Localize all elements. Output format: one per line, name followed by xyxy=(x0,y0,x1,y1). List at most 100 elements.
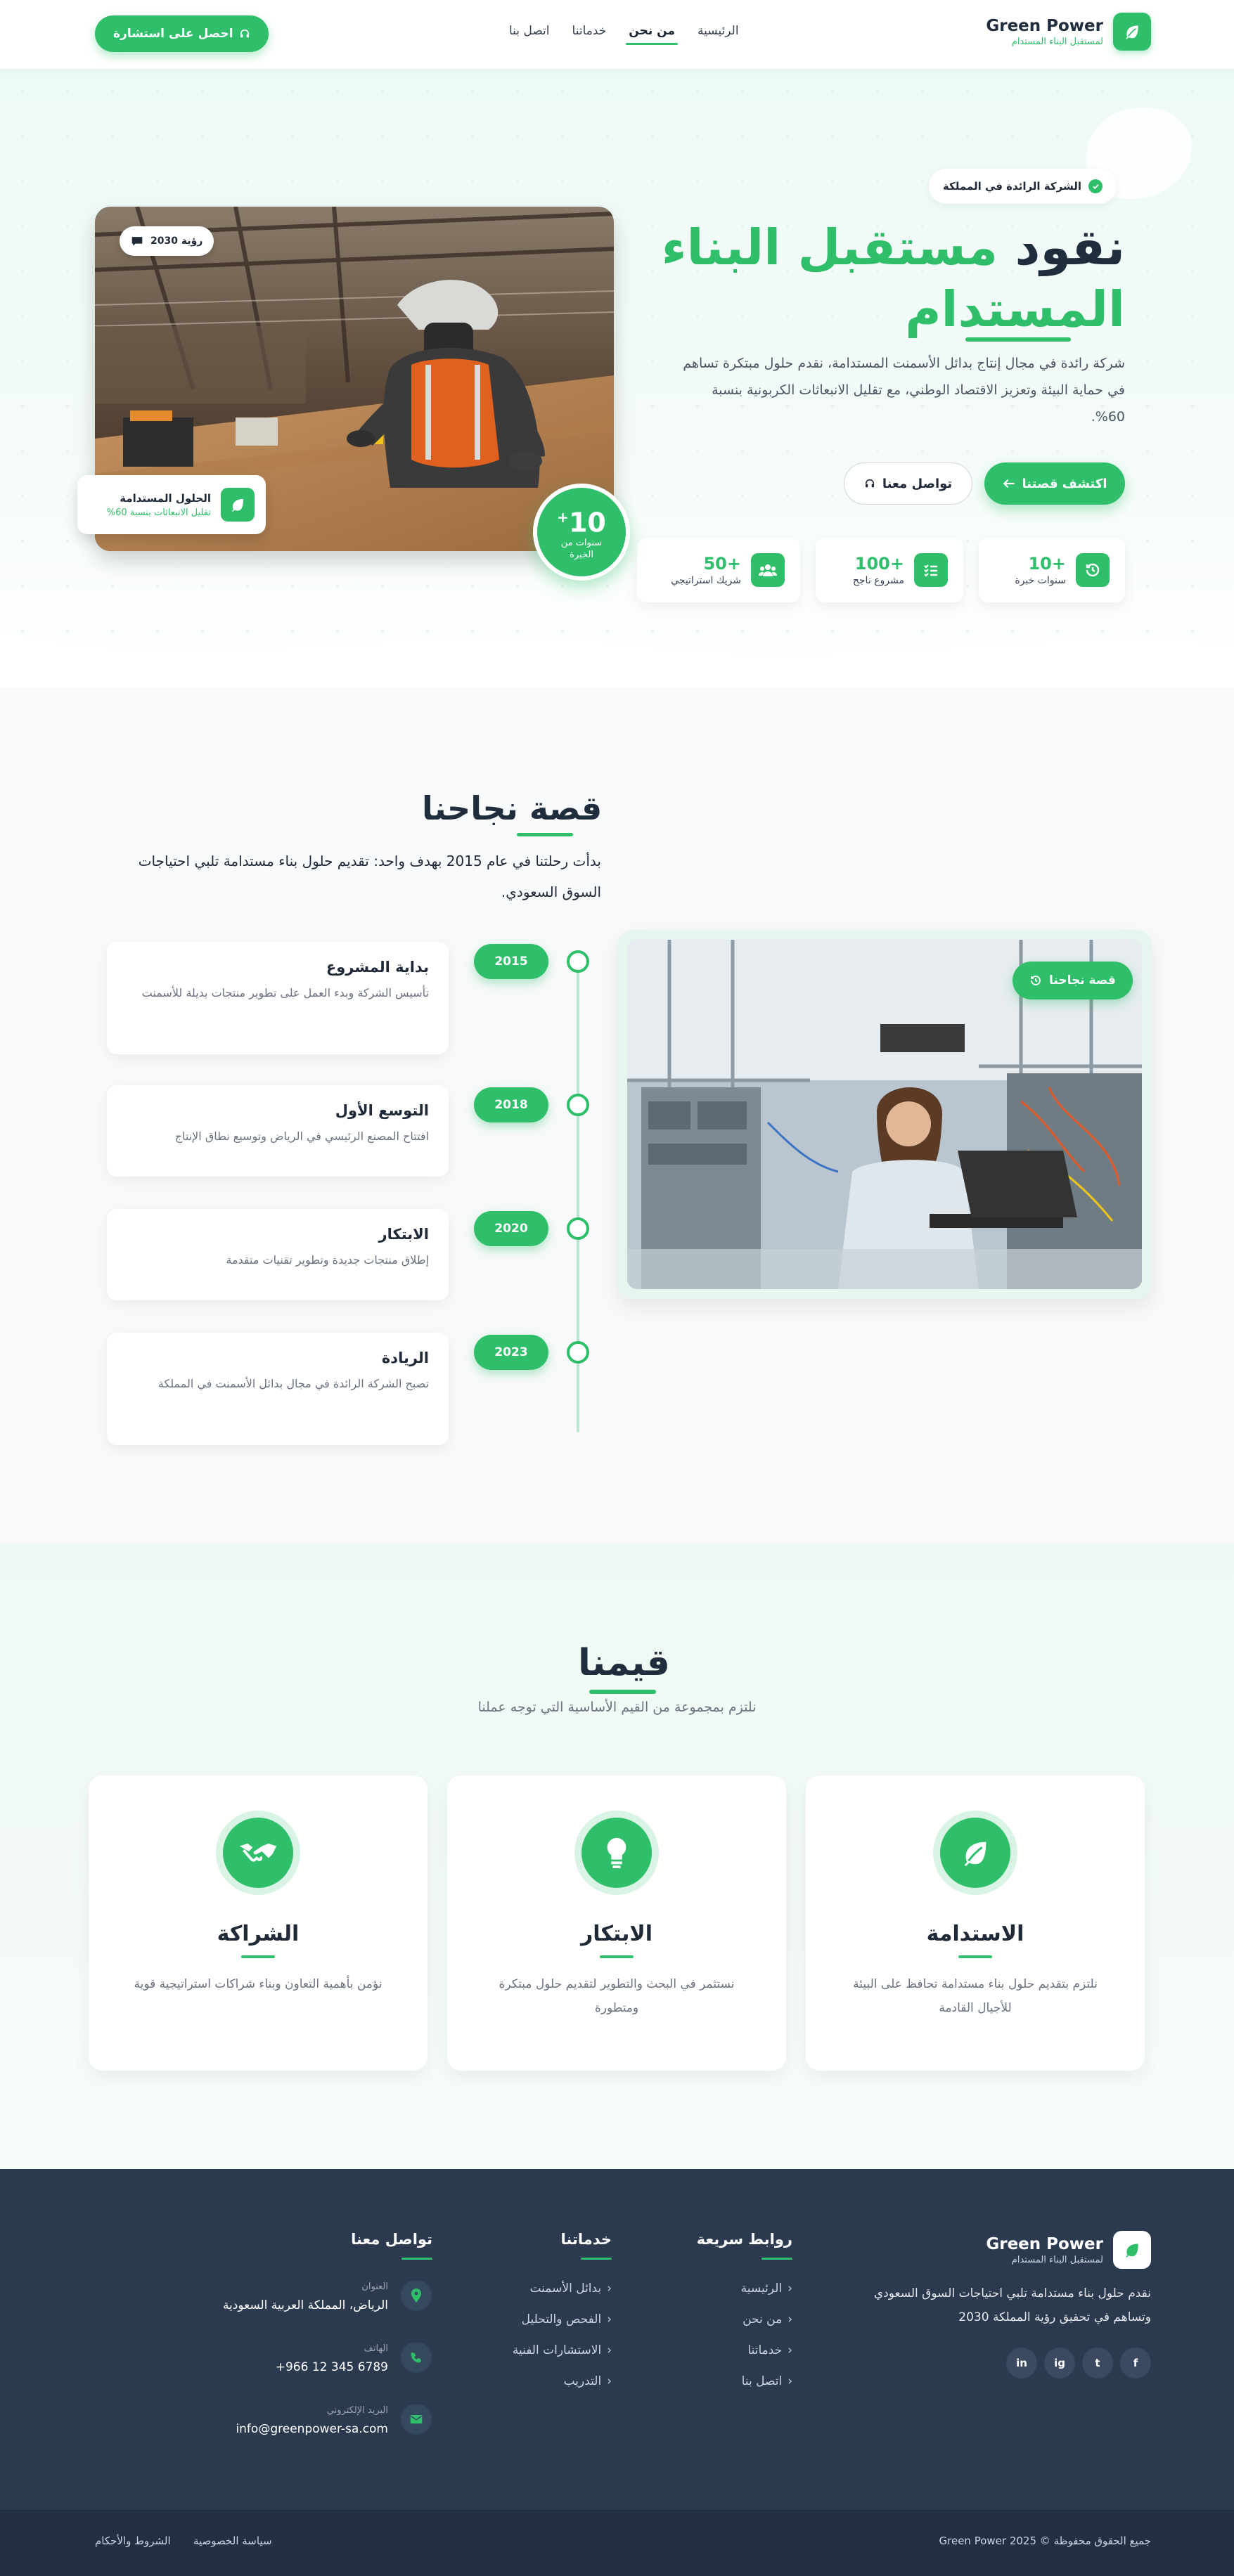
arrow-left-icon xyxy=(1003,479,1015,488)
instagram-icon[interactable]: ig xyxy=(1044,2348,1075,2378)
chevron-left-icon: ‹ xyxy=(607,2281,612,2296)
leaf-icon xyxy=(1113,13,1151,51)
leaf-icon xyxy=(933,1811,1017,1895)
footer-link-label: الرئيسية xyxy=(740,2281,783,2296)
address-label: العنوان xyxy=(361,2281,388,2292)
footer-description: نقدم حلول بناء مستدامة تلبي احتياجات الس… xyxy=(873,2286,1151,2324)
story-title-underline xyxy=(517,833,573,836)
footer-brand[interactable]: Green Power لمستقبل البناء المستدام xyxy=(986,2231,1151,2269)
footer-brand-name: Green Power xyxy=(986,2234,1103,2253)
story-title: قصة نجاحنا xyxy=(422,789,603,827)
hero-wave xyxy=(0,631,1234,687)
footer-service-link[interactable]: ‹ التدريب xyxy=(564,2374,612,2388)
timeline-card-title: الريادة xyxy=(381,1350,429,1366)
values-title-underline xyxy=(589,1690,656,1694)
nav-links: الرئيسية من نحن خدماتنا اتصل بنا xyxy=(506,21,742,45)
value-card-partnership: الشراكة نؤمن بأهمية التعاون وبناء شراكات… xyxy=(89,1775,428,2071)
badge-text: الشركة الرائدة في المملكة xyxy=(942,180,1081,193)
value-card-underline xyxy=(241,1955,275,1958)
stat-number: +10 xyxy=(1028,554,1066,574)
email-value[interactable]: info@greenpower-sa.com xyxy=(236,2422,388,2436)
footer-link-label: الفحص والتحليل xyxy=(521,2312,602,2326)
success-story-section: قصة نجاحنا بدأت رحلتنا في عام 2015 بهدف … xyxy=(0,687,1234,1543)
footer-link-label: بدائل الأسمنت xyxy=(529,2281,602,2296)
users-icon xyxy=(751,553,785,587)
linkedin-icon[interactable]: in xyxy=(1006,2348,1037,2378)
quick-links-title: روابط سريعة xyxy=(696,2231,792,2248)
value-card-underline xyxy=(958,1955,992,1958)
story-tag-label: قصة نجاحنا xyxy=(1049,973,1116,988)
footer-service-link[interactable]: ‹ بدائل الأسمنت xyxy=(529,2281,612,2296)
copyright: جميع الحقوق محفوظة © 2025 Green Power xyxy=(939,2535,1151,2547)
timeline-year-badge: 2023 xyxy=(474,1335,548,1370)
sustainable-solutions-card: الحلول المستدامة تقليل الانبعاثات بنسبة … xyxy=(77,475,266,534)
stat-label: سنوات خبرة xyxy=(1015,575,1066,586)
quick-links-underline xyxy=(761,2258,792,2260)
footer-service-link[interactable]: ‹ الاستشارات الفنية xyxy=(513,2343,612,2357)
footer-link-label: من نحن xyxy=(743,2312,783,2326)
contact-title: تواصل معنا xyxy=(351,2231,432,2248)
title-underline xyxy=(965,337,1071,342)
value-card-sustainability: الاستدامة نلتزم بتقديم حلول بناء مستدامة… xyxy=(806,1775,1145,2071)
timeline-dot xyxy=(567,950,589,973)
phone-icon xyxy=(401,2342,432,2373)
chat-icon xyxy=(131,235,143,247)
contact-us-button[interactable]: تواصل معنا xyxy=(844,462,972,505)
stat-number: +100 xyxy=(854,554,904,574)
privacy-link[interactable]: سياسة الخصوصية xyxy=(193,2535,272,2547)
brand-name: Green Power xyxy=(986,16,1103,35)
nav-link-contact[interactable]: اتصل بنا xyxy=(506,21,553,41)
discover-label: اكتشف قصتنا xyxy=(1022,476,1107,491)
footer-link-home[interactable]: ‹ الرئيسية xyxy=(741,2281,792,2296)
twitter-icon[interactable]: t xyxy=(1082,2348,1113,2378)
mini-card-sub: تقليل الانبعاثات بنسبة 60% xyxy=(106,507,211,518)
value-card-underline xyxy=(600,1955,634,1958)
timeline-dot xyxy=(567,1341,589,1364)
hero-title: نقود مستقبل البناء المستدام xyxy=(633,216,1125,340)
chevron-left-icon: ‹ xyxy=(788,2374,792,2388)
footer-brand-tag: لمستقبل البناء المستدام xyxy=(1011,2254,1103,2265)
timeline-card: الريادة تصبح الشركة الرائدة في مجال بدائ… xyxy=(107,1333,449,1445)
phone-value[interactable]: +966 12 345 6789 xyxy=(276,2360,388,2374)
vision-2030-tag: رؤية 2030 xyxy=(120,226,214,256)
envelope-icon xyxy=(401,2404,432,2435)
value-card-title: الابتكار xyxy=(580,1922,653,1946)
values-title: قيمنا xyxy=(578,1642,670,1684)
chevron-left-icon: ‹ xyxy=(607,2343,612,2357)
brand[interactable]: Green Power لمستقبل البناء المستدام xyxy=(986,13,1151,51)
terms-link[interactable]: الشروط والأحكام xyxy=(95,2535,171,2547)
footer-link-label: خدماتنا xyxy=(747,2343,783,2357)
footer-bottom-bar: جميع الحقوق محفوظة © 2025 Green Power سي… xyxy=(0,2510,1234,2576)
mini-card-title: الحلول المستدامة xyxy=(120,491,211,505)
footer-link-about[interactable]: ‹ من نحن xyxy=(743,2312,792,2326)
timeline-card-text: إطلاق منتجات جديدة وتطوير تقنيات متقدمة xyxy=(226,1253,429,1267)
nav-link-services[interactable]: خدماتنا xyxy=(570,21,610,41)
footer-link-contact[interactable]: ‹ اتصل بنا xyxy=(742,2374,792,2388)
location-icon xyxy=(401,2280,432,2311)
handshake-icon xyxy=(216,1811,300,1895)
timeline-card-title: الابتكار xyxy=(378,1226,429,1243)
nav-link-about[interactable]: من نحن xyxy=(626,21,678,45)
nav-link-home[interactable]: الرئيسية xyxy=(695,21,742,41)
facebook-icon[interactable]: f xyxy=(1120,2348,1151,2378)
discover-story-button[interactable]: اكتشف قصتنا xyxy=(984,462,1125,505)
stat-projects: +100 مشروع ناجح xyxy=(816,538,963,602)
value-card-title: الاستدامة xyxy=(926,1922,1024,1946)
timeline-year-badge: 2020 xyxy=(474,1211,548,1246)
address-value: الرياض، المملكة العربية السعودية xyxy=(222,2298,388,2312)
timeline-card-text: افتتاح المصنع الرئيسي في الرياض وتوسيع ن… xyxy=(174,1130,429,1143)
footer-link-label: اتصل بنا xyxy=(741,2374,783,2388)
timeline-card-text: تصبح الشركة الرائدة في مجال بدائل الأسمن… xyxy=(158,1377,429,1390)
headset-icon xyxy=(864,478,875,489)
vision-2030-label: رؤية 2030 xyxy=(150,235,203,247)
hero-title-line2: المستدام xyxy=(905,280,1125,338)
headset-icon xyxy=(239,28,250,39)
navbar: Green Power لمستقبل البناء المستدام الرئ… xyxy=(0,0,1234,69)
footer-link-services[interactable]: ‹ خدماتنا xyxy=(747,2343,792,2357)
contact-underline xyxy=(401,2258,432,2260)
footer-service-link[interactable]: ‹ الفحص والتحليل xyxy=(522,2312,612,2326)
hero-description: شركة رائدة في مجال إنتاج بدائل الأسمنت ا… xyxy=(683,356,1125,425)
consultation-button[interactable]: احصل على استشارة xyxy=(95,15,269,52)
years-label: سنوات من الخبرة xyxy=(560,537,603,560)
chevron-left-icon: ‹ xyxy=(788,2281,792,2296)
